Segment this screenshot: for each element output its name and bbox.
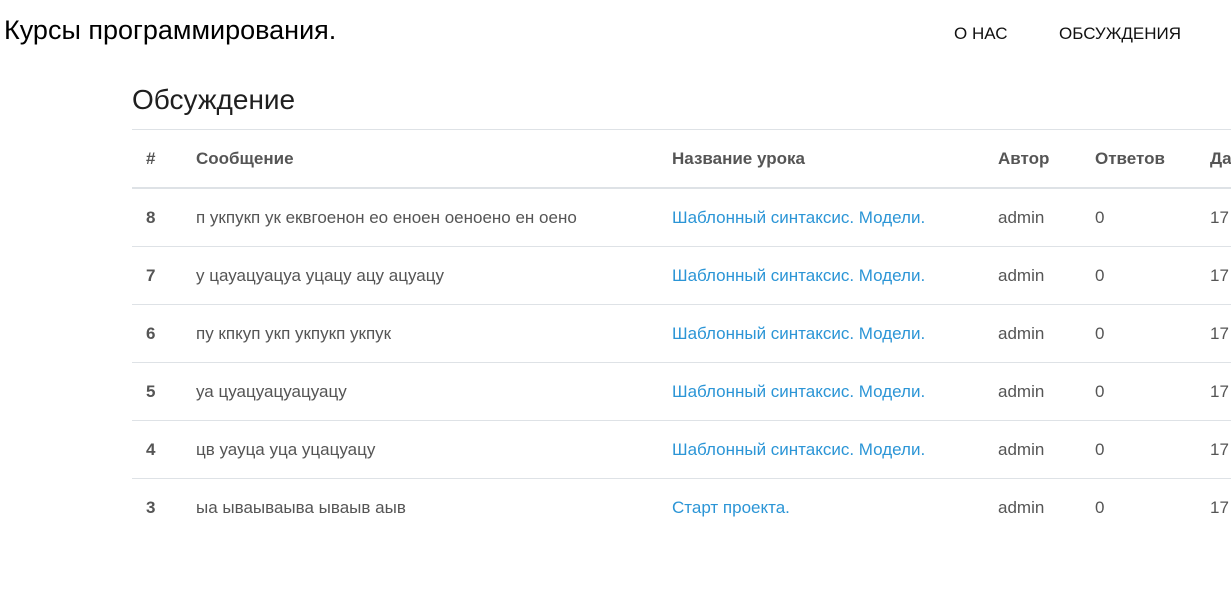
lesson-link[interactable]: Шаблонный синтаксис. Модели. <box>672 440 925 459</box>
table-row: 4 цв уауца уца уцацуацу Шаблонный синтак… <box>132 420 1231 479</box>
row-number: 8 <box>132 188 196 247</box>
table-row: 7 у цауацуацуа уцацу ацу ацуацу Шаблонны… <box>132 246 1231 305</box>
row-number: 4 <box>132 420 196 479</box>
row-date: 17 м <box>1210 246 1231 305</box>
row-message: цв уауца уца уцацуацу <box>196 420 672 479</box>
row-date: 17 м <box>1210 304 1231 363</box>
row-lesson-cell: Шаблонный синтаксис. Модели. <box>672 362 998 421</box>
row-lesson-cell: Шаблонный синтаксис. Модели. <box>672 420 998 479</box>
row-date: 17 м <box>1210 420 1231 479</box>
row-message: п укпукп ук еквгоенон ео еноен оеноено е… <box>196 188 672 247</box>
top-navbar: Курсы программирования. О НАС ОБСУЖДЕНИЯ <box>0 0 1231 68</box>
row-author: admin <box>998 362 1095 421</box>
page-title: Обсуждение <box>132 84 296 115</box>
row-author: admin <box>998 420 1095 479</box>
table-row: 6 пу кпкуп укп укпукп укпук Шаблонный си… <box>132 304 1231 363</box>
row-date: 17 м <box>1210 362 1231 421</box>
row-number: 5 <box>132 362 196 421</box>
column-header-lesson: Название урока <box>672 129 998 189</box>
row-replies: 0 <box>1095 304 1210 363</box>
row-number: 6 <box>132 304 196 363</box>
row-number: 7 <box>132 246 196 305</box>
row-message: ыа ываываыва ываыв аыв <box>196 497 406 517</box>
row-message: уа цуацуацуацуацу <box>196 362 672 421</box>
table-row: 8 п укпукп ук еквгоенон ео еноен оеноено… <box>132 188 1231 247</box>
lesson-link[interactable]: Шаблонный синтаксис. Модели. <box>672 382 925 401</box>
nav-link-discussions[interactable]: ОБСУЖДЕНИЯ <box>1059 24 1181 44</box>
lesson-link[interactable]: Старт проекта. <box>672 498 790 517</box>
row-author: admin <box>998 246 1095 305</box>
lesson-link[interactable]: Шаблонный синтаксис. Модели. <box>672 324 925 343</box>
column-header-author: Автор <box>998 129 1095 189</box>
row-replies: 0 <box>1095 188 1210 247</box>
column-header-date: Да <box>1210 129 1231 189</box>
lesson-link[interactable]: Шаблонный синтаксис. Модели. <box>672 266 925 285</box>
column-header-message: Сообщение <box>196 129 672 189</box>
row-date: 17 м <box>1210 188 1231 247</box>
row-lesson-cell: Шаблонный синтаксис. Модели. <box>672 188 998 247</box>
lesson-link[interactable]: Шаблонный синтаксис. Модели. <box>672 208 925 227</box>
column-header-replies: Ответов <box>1095 129 1210 189</box>
row-replies: 0 <box>1095 497 1105 517</box>
row-author: admin <box>998 497 1045 517</box>
row-message: у цауацуацуа уцацу ацу ацуацу <box>196 246 672 305</box>
row-replies: 0 <box>1095 246 1210 305</box>
row-author: admin <box>998 304 1095 363</box>
nav-link-about[interactable]: О НАС <box>954 24 1007 44</box>
row-message: пу кпкуп укп укпукп укпук <box>196 304 672 363</box>
column-header-number: # <box>132 129 196 189</box>
table-row: 3 ыа ываываыва ываыв аыв Старт проекта. … <box>132 479 1231 537</box>
row-replies: 0 <box>1095 420 1210 479</box>
table-header: # Сообщение Название урока Автор Ответов… <box>132 129 1231 189</box>
discussions-table: # Сообщение Название урока Автор Ответов… <box>132 129 1231 536</box>
row-lesson-cell: Старт проекта. <box>672 479 998 537</box>
row-number: 3 <box>146 497 156 517</box>
row-replies: 0 <box>1095 362 1210 421</box>
table-header-row: # Сообщение Название урока Автор Ответов… <box>132 129 1231 189</box>
discussions-table-container: # Сообщение Название урока Автор Ответов… <box>132 129 1231 536</box>
table-body: 8 п укпукп ук еквгоенон ео еноен оеноено… <box>132 188 1231 536</box>
row-lesson-cell: Шаблонный синтаксис. Модели. <box>672 304 998 363</box>
row-lesson-cell: Шаблонный синтаксис. Модели. <box>672 246 998 305</box>
site-brand[interactable]: Курсы программирования. <box>4 15 336 46</box>
row-date: 17 м <box>1210 497 1231 517</box>
table-row: 5 уа цуацуацуацуацу Шаблонный синтаксис.… <box>132 362 1231 421</box>
row-author: admin <box>998 188 1095 247</box>
